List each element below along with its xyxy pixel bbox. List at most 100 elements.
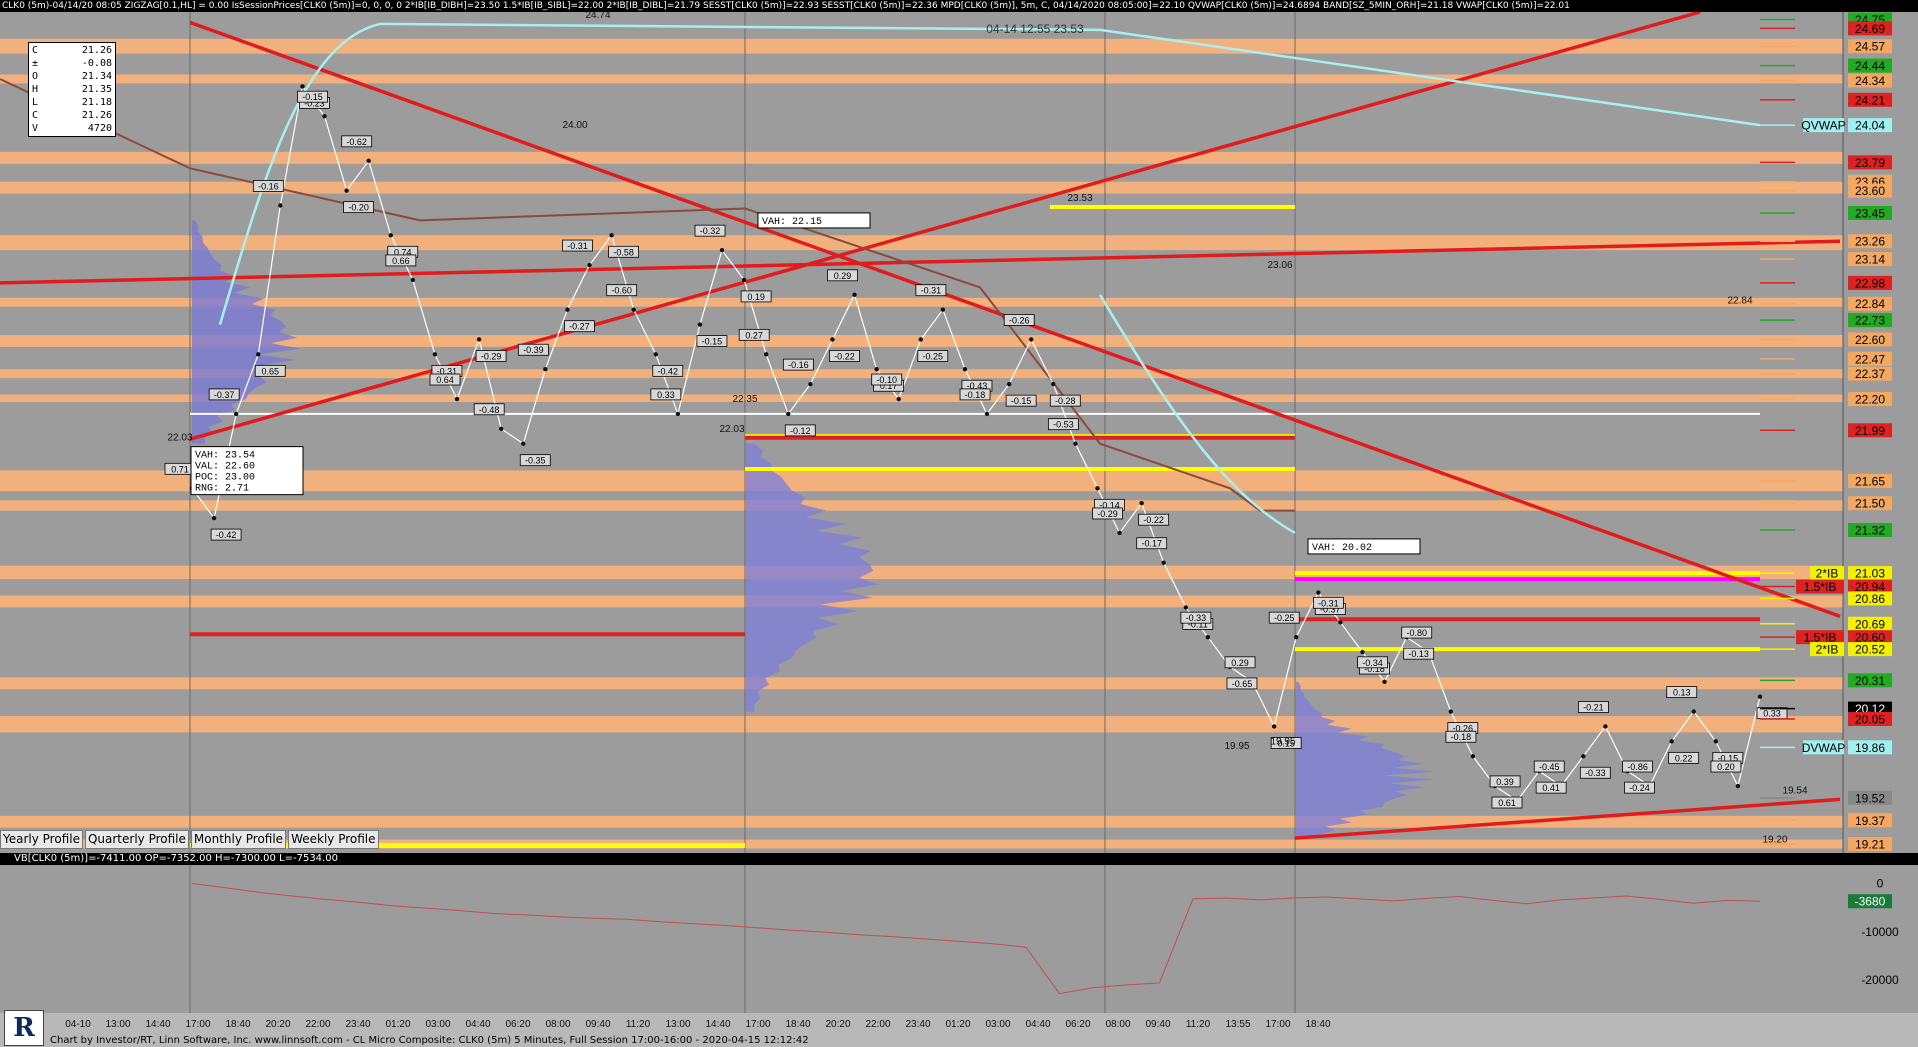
profile-tab-monthly[interactable]: Monthly Profile bbox=[190, 830, 287, 849]
ohlc-row: V 4720 bbox=[32, 122, 112, 135]
time-tick-label: 20:20 bbox=[265, 1019, 290, 1030]
zigzag-label: -0.15 bbox=[297, 90, 328, 103]
time-tick-label: 17:00 bbox=[745, 1019, 770, 1030]
price-axis-label-text: 23.14 bbox=[1855, 253, 1885, 267]
price-axis-label-text: 22.73 bbox=[1855, 314, 1885, 328]
zigzag-label-text: -0.16 bbox=[788, 360, 809, 370]
zigzag-label: -0.27 bbox=[564, 320, 595, 333]
time-tick-label: 23:40 bbox=[345, 1019, 370, 1030]
zigzag-label-text: -0.31 bbox=[921, 286, 942, 296]
zigzag-label-text: -0.34 bbox=[1362, 658, 1383, 668]
ohlc-value: -0.08 bbox=[81, 58, 112, 69]
axis-tag: DVWAP bbox=[1802, 740, 1845, 755]
zigzag-label: 0.61 bbox=[1491, 796, 1523, 809]
price-point bbox=[1029, 337, 1034, 342]
price-point bbox=[896, 396, 901, 402]
value-area-box: VAH: 22.15 bbox=[757, 212, 871, 229]
indicator-tick-label: 0 bbox=[1877, 876, 1884, 890]
zigzag-label-text: -0.26 bbox=[1009, 315, 1030, 325]
zigzag-label: -0.25 bbox=[917, 350, 949, 362]
zigzag-label-text: 0.13 bbox=[1673, 688, 1691, 698]
time-tick-label: 13:00 bbox=[665, 1019, 690, 1030]
zigzag-label-text: -0.24 bbox=[1629, 783, 1650, 793]
time-tick-label: 18:40 bbox=[1305, 1019, 1330, 1030]
zigzag-label-text: -0.35 bbox=[525, 456, 546, 466]
time-axis: 04-10 13:00 14:40 17:00 18:40 20:20 22:00 23:40… bbox=[0, 1013, 1918, 1034]
zigzag-label-text: 0.20 bbox=[1717, 762, 1735, 772]
zigzag-label-text: -0.29 bbox=[1097, 509, 1118, 519]
time-tick-label: 20:20 bbox=[825, 1019, 850, 1030]
zigzag-label: -0.31 bbox=[915, 284, 947, 297]
zigzag-label: -0.20 bbox=[343, 201, 374, 214]
volume-balance-panel[interactable]: 0 -10000 -20000 -3680 bbox=[0, 865, 1918, 1013]
price-point bbox=[1161, 560, 1166, 565]
time-tick-label: 23:40 bbox=[905, 1019, 930, 1030]
indicator-last-value: -3680 bbox=[1855, 895, 1886, 909]
zigzag-label: -0.12 bbox=[784, 424, 816, 437]
zigzag-label: -0.53 bbox=[1047, 418, 1079, 431]
price-axis-label-text: 22.84 bbox=[1855, 297, 1885, 311]
price-chart[interactable]: 0.71-0.42-0.370.65-0.16-0.23-0.15-0.20-0… bbox=[0, 12, 1918, 853]
sr-zone bbox=[0, 500, 1850, 511]
price-point bbox=[1139, 501, 1144, 506]
zigzag-label-text: -0.12 bbox=[790, 426, 811, 436]
profile-tabs: Yearly Profile Quarterly Profile Monthly P… bbox=[0, 830, 379, 849]
background-layer bbox=[0, 12, 1918, 853]
price-axis-label-text: 19.86 bbox=[1855, 741, 1885, 755]
time-tick-label: 11:20 bbox=[1186, 1019, 1211, 1030]
profile-tab-weekly[interactable]: Weekly Profile bbox=[288, 830, 379, 849]
zigzag-label-text: 0.33 bbox=[1763, 709, 1781, 719]
zigzag-label-text: -0.60 bbox=[611, 286, 632, 296]
price-axis-label-text: 19.37 bbox=[1855, 814, 1885, 828]
time-tick-label: 17:00 bbox=[1265, 1019, 1290, 1030]
zigzag-label-text: -0.22 bbox=[1143, 515, 1164, 525]
sr-zone bbox=[0, 595, 1850, 608]
ohlc-value: 21.26 bbox=[81, 110, 112, 121]
footer-text: Chart by Investor/RT, Linn Software, Inc… bbox=[50, 1035, 809, 1046]
price-point bbox=[984, 411, 990, 417]
axis-tag-text: 2*IB bbox=[1816, 643, 1839, 657]
ohlc-row: L 21.18 bbox=[32, 96, 112, 109]
price-point bbox=[719, 247, 725, 253]
axis-tag-text: 1.5*IB bbox=[1804, 580, 1837, 594]
price-point bbox=[521, 441, 526, 446]
price-point bbox=[344, 188, 349, 193]
ohlc-key: C bbox=[32, 45, 39, 56]
zigzag-label-text: -0.42 bbox=[658, 366, 679, 376]
zigzag-label-text: -0.22 bbox=[834, 351, 855, 361]
zigzag-label-text: -0.29 bbox=[481, 351, 502, 361]
price-point bbox=[432, 352, 438, 357]
zigzag-label: -0.16 bbox=[252, 180, 284, 192]
zigzag-label: -0.33 bbox=[1180, 611, 1212, 624]
price-label: 24.00 bbox=[562, 120, 587, 131]
time-tick-label: 13:00 bbox=[105, 1019, 130, 1030]
price-label: 04-14 12:55 23.53 bbox=[986, 22, 1084, 36]
price-point bbox=[1294, 634, 1299, 640]
zigzag-label-text: 0.29 bbox=[834, 271, 852, 281]
profile-tab-quarterly[interactable]: Quarterly Profile bbox=[84, 830, 189, 849]
zigzag-label-text: -0.31 bbox=[1318, 598, 1339, 608]
price-point bbox=[609, 233, 614, 238]
axis-tag: QVWAP bbox=[1801, 118, 1846, 133]
price-axis-label-text: 22.98 bbox=[1855, 276, 1885, 290]
ohlc-key: V bbox=[32, 123, 39, 134]
time-tick-label: 14:40 bbox=[145, 1019, 170, 1030]
zigzag-label-text: -0.15 bbox=[1011, 396, 1032, 406]
time-tick-label: 01:20 bbox=[385, 1019, 410, 1030]
time-tick-label: 17:00 bbox=[185, 1019, 210, 1030]
zigzag-label-text: 0.29 bbox=[1231, 658, 1249, 668]
price-axis-label-text: 24.21 bbox=[1855, 93, 1885, 107]
price-axis-label-text: 24.04 bbox=[1855, 119, 1885, 133]
zigzag-label: -0.13 bbox=[1403, 647, 1435, 660]
zigzag-label-text: 0.41 bbox=[1542, 783, 1560, 793]
time-tick-label: 01:20 bbox=[945, 1019, 970, 1030]
zigzag-label-text: -0.42 bbox=[216, 530, 237, 540]
profile-tab-yearly[interactable]: Yearly Profile bbox=[0, 830, 83, 849]
value-area-text: VAH: 20.02 bbox=[1312, 543, 1372, 554]
indicator-tick-label: -10000 bbox=[1861, 925, 1899, 939]
ohlc-data-box: C 21.26 ± -0.08 O 21.34 H 21.35 L 21.18 C 21.26 V 472… bbox=[28, 42, 116, 137]
zigzag-label: 0.19 bbox=[740, 290, 772, 303]
price-axis-label-text: 20.31 bbox=[1855, 674, 1885, 688]
price-axis-label-text: 24.44 bbox=[1855, 59, 1885, 73]
price-axis-label-text: 22.20 bbox=[1855, 393, 1885, 407]
